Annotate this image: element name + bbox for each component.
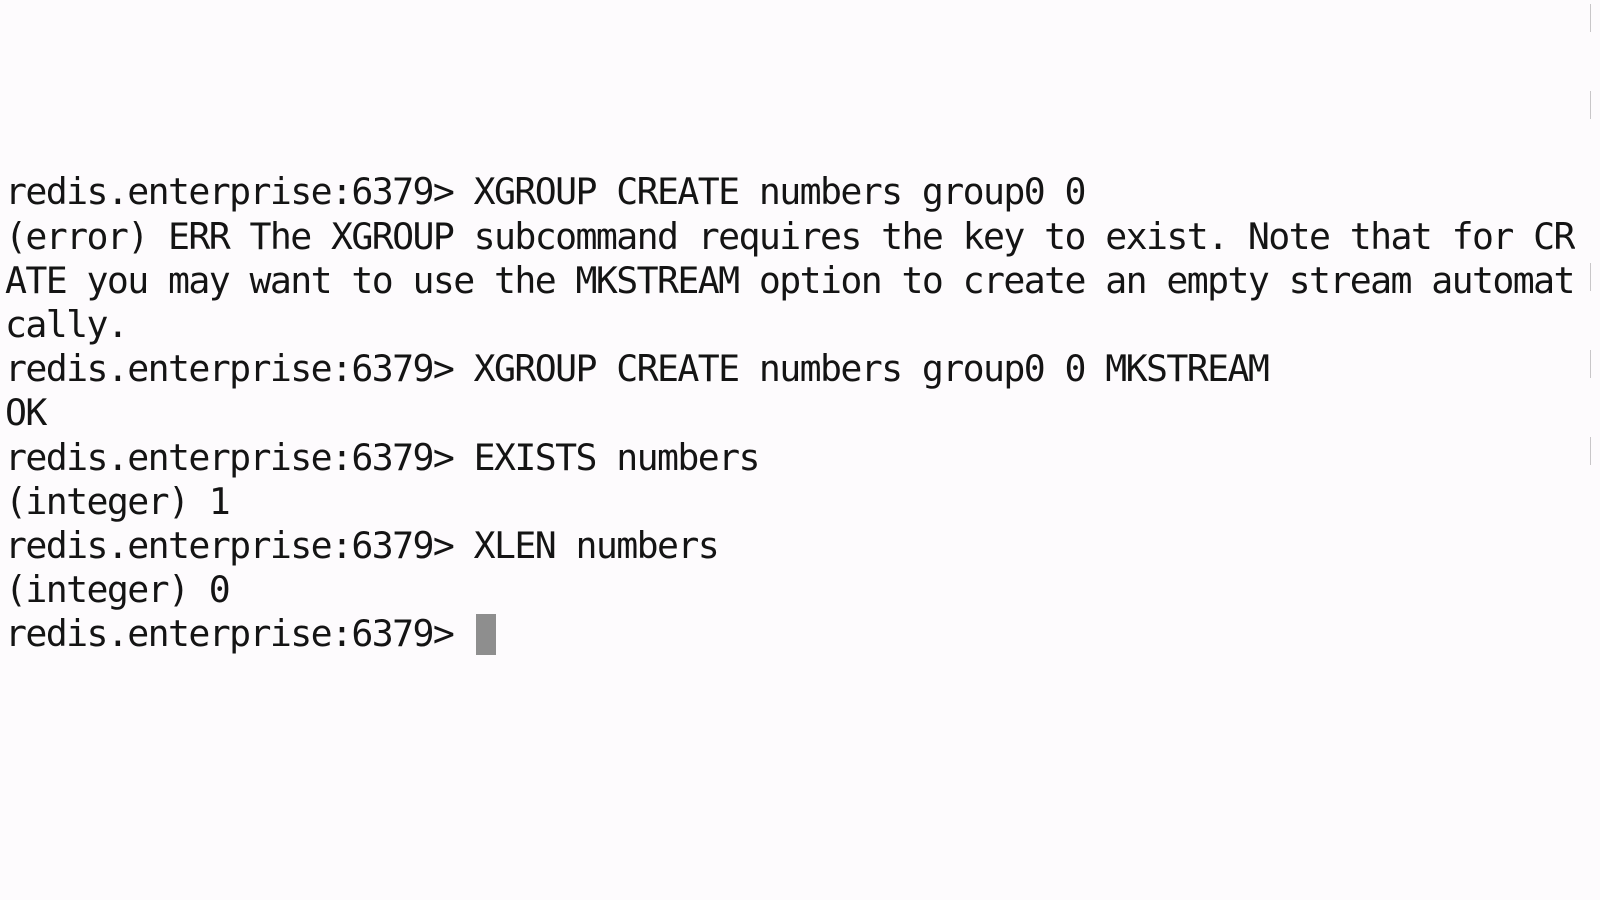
terminal-output: redis.enterprise:6379> XGROUP CREATE num… [5, 82, 1575, 745]
output-line: cally. [5, 302, 129, 346]
text-cursor [475, 614, 496, 656]
scroll-marker [1590, 263, 1591, 291]
output-line: (integer) 1 [5, 479, 231, 523]
output-line: OK [5, 391, 47, 435]
command-line: redis.enterprise:6379> EXISTS numbers [5, 436, 1575, 480]
output-line: (error) ERR The XGROUP subcommand requir… [5, 214, 1575, 258]
command-line: redis.enterprise:6379> XGROUP CREATE num… [5, 170, 1575, 214]
scroll-marker [1590, 350, 1591, 378]
scroll-marker [1590, 4, 1591, 32]
scroll-marker [1590, 437, 1591, 465]
scrollbar-track[interactable] [1580, 0, 1600, 900]
output-line: ATE you may want to use the MKSTREAM opt… [5, 258, 1575, 302]
scroll-marker [1590, 91, 1591, 119]
terminal-prompt: redis.enterprise:6379> [5, 612, 474, 656]
command-line: redis.enterprise:6379> XGROUP CREATE num… [5, 347, 1575, 391]
command-line: redis.enterprise:6379> XLEN numbers [5, 524, 1575, 568]
active-prompt-line[interactable]: redis.enterprise:6379> [5, 612, 1575, 656]
terminal-window[interactable]: redis.enterprise:6379> XGROUP CREATE num… [0, 0, 1600, 900]
output-line: (integer) 0 [5, 568, 231, 612]
